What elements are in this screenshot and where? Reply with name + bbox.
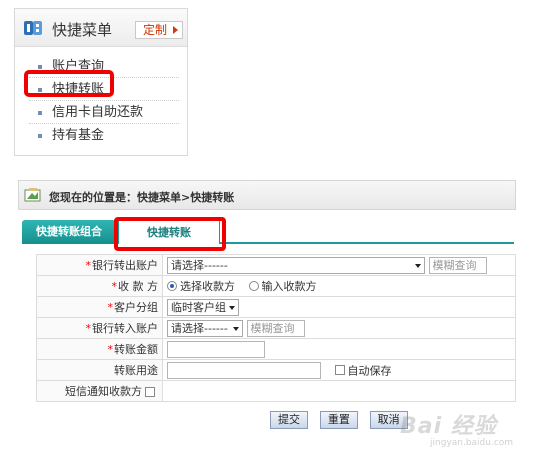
amount-input[interactable] [167,340,265,358]
dropdown-arrow-icon [229,305,235,310]
form-row: *银行转入账户 请选择------ 模糊查询 [36,317,516,339]
button-bar: 提交 重置 取消 [270,411,416,429]
location-text: 您现在的位置是：快捷菜单>快捷转账 [49,191,235,204]
form-row: *收 款 方 选择收款方 输入收款方 [36,275,516,297]
watermark-logo: Bai 经验 [400,414,497,439]
form-row: 转账用途 自动保存 [36,359,516,381]
customize-button[interactable]: 定制 [135,21,183,39]
required-mark: * [85,322,92,335]
bullet-icon [38,111,42,115]
menu-item-held-funds[interactable]: 持有基金 [29,124,179,147]
sms-notify-label: 短信通知收款方 [65,385,142,398]
menu-item-label: 信用卡自助还款 [52,105,144,120]
required-mark: * [107,301,114,314]
menu-item-label: 持有基金 [52,128,105,143]
in-account-fuzzy-query-input[interactable]: 模糊查询 [246,319,305,337]
customize-label: 定制 [143,23,168,37]
highlight-box-menu [24,70,114,97]
quick-menu-list: 账户查询 快捷转账 信用卡自助还款 持有基金 [29,55,179,147]
form-row: *银行转出账户 请选择------ 模糊查询 [36,254,516,276]
dropdown-arrow-icon [415,263,421,268]
required-mark: * [107,343,114,356]
in-account-label: 银行转入账户 [92,322,158,335]
required-mark: * [85,259,92,272]
highlight-box-tab [114,217,226,251]
required-mark: * [111,280,118,293]
triangle-right-icon [173,26,178,34]
out-account-select[interactable]: 请选择------ [167,256,425,274]
payee-label: 收 款 方 [118,280,158,293]
watermark-url: jingyan.baidu.com [430,438,514,448]
quick-menu-title: 快捷菜单 [52,21,113,39]
location-bar: 您现在的位置是：快捷菜单>快捷转账 [18,180,516,210]
select-payee-label: 选择收款方 [180,280,235,293]
out-account-fuzzy-query-input[interactable]: 模糊查询 [428,256,487,274]
quick-menu-header: 快捷菜单 定制 [15,9,187,47]
purpose-input[interactable] [167,361,321,379]
bullet-icon [38,134,42,138]
form-row: *转账金额 [36,338,516,360]
menu-item-credit-card-repayment[interactable]: 信用卡自助还款 [29,101,179,124]
reset-button[interactable]: 重置 [319,411,358,429]
auto-save-label: 自动保存 [347,364,392,377]
customer-group-label: 客户分组 [114,301,158,314]
out-account-label: 银行转出账户 [92,259,158,272]
auto-save-checkbox[interactable] [334,365,345,375]
purpose-label: 转账用途 [114,364,158,377]
dropdown-arrow-icon [233,326,239,331]
location-icon [24,188,41,202]
bullet-icon [38,65,42,69]
submit-button[interactable]: 提交 [270,411,308,429]
tab-quick-transfer-group[interactable]: 快捷转账组合 [22,220,116,244]
customer-group-select[interactable]: 临时客户组 [167,298,239,316]
input-payee-radio[interactable] [248,281,259,291]
form-row: 短信通知收款方 [36,380,516,402]
input-payee-label: 输入收款方 [261,280,317,293]
select-payee-radio[interactable] [167,281,177,291]
quick-menu-icon [24,21,42,35]
amount-label: 转账金额 [114,343,158,356]
form-row: *客户分组 临时客户组 [36,296,516,318]
transfer-form: *银行转出账户 请选择------ 模糊查询 *收 款 方 选择收款方 输入收款… [36,254,516,402]
sms-notify-checkbox[interactable] [145,387,155,397]
in-account-select[interactable]: 请选择------ [167,319,243,337]
